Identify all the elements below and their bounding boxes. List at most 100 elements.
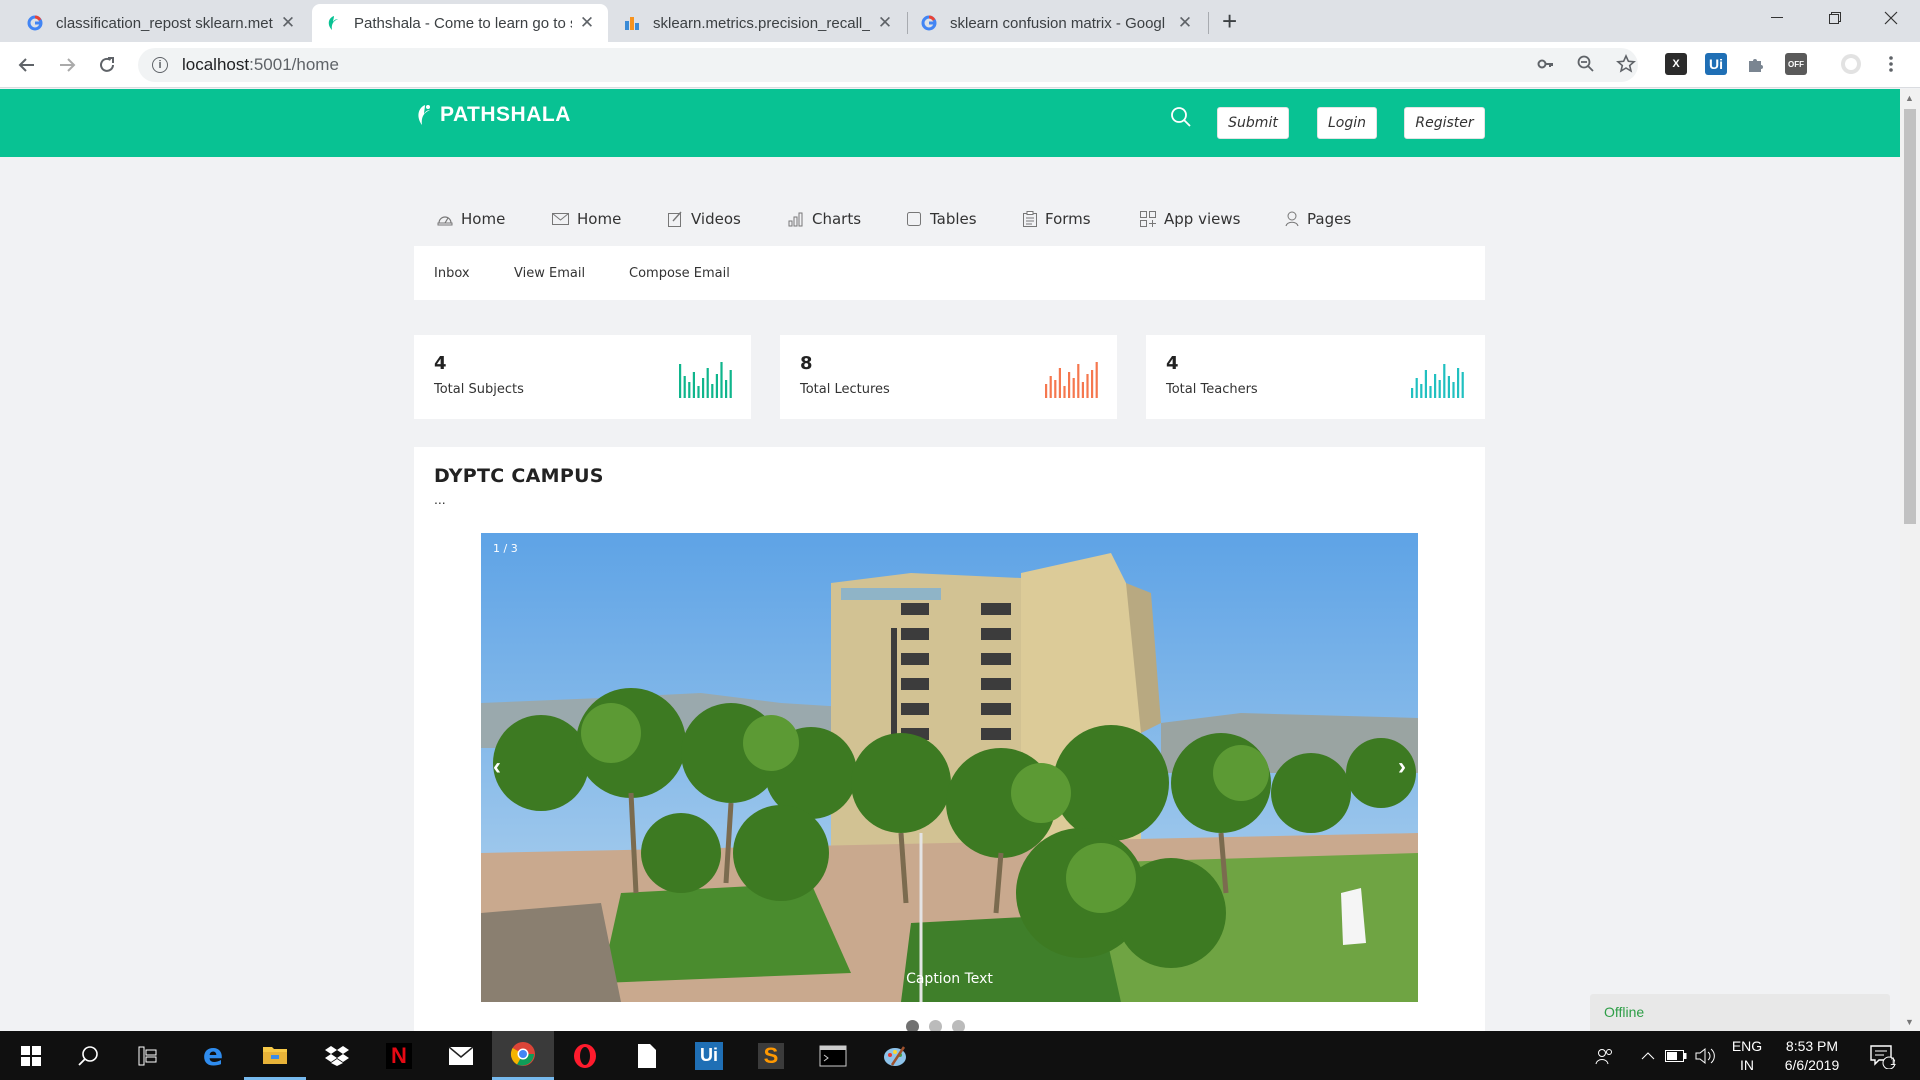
terminal-icon[interactable] (802, 1031, 864, 1080)
puzzle-icon[interactable] (1745, 53, 1767, 75)
slide-dot[interactable] (906, 1020, 919, 1031)
search-icon[interactable] (1170, 106, 1194, 130)
edge-icon[interactable]: e (182, 1031, 244, 1080)
sparkline-bar (725, 380, 728, 398)
back-icon[interactable] (10, 48, 44, 82)
paint-icon[interactable] (864, 1031, 926, 1080)
browser-tab[interactable]: sklearn.metrics.precision_recall_fs ✕ (611, 4, 906, 42)
browser-tab-strip: classification_repost sklearn.metr ✕ Pat… (0, 0, 1920, 42)
file-explorer-icon[interactable] (244, 1031, 306, 1080)
submit-button[interactable]: Submit (1217, 107, 1289, 139)
profile-icon[interactable] (1840, 53, 1862, 75)
browser-tab-active[interactable]: Pathshala - Come to learn go to s ✕ (312, 4, 608, 42)
sparkline-bar (1429, 386, 1432, 398)
submenu-view-email[interactable]: View Email (514, 266, 585, 281)
people-icon[interactable] (1590, 1031, 1620, 1080)
clock[interactable]: 8:53 PM 6/6/2019 (1774, 1031, 1850, 1080)
star-icon[interactable] (1615, 53, 1637, 75)
slide-prev-button[interactable]: ‹ (493, 753, 501, 781)
browser-tab[interactable]: classification_repost sklearn.metr ✕ (14, 4, 309, 42)
menu-item-app-views[interactable]: App views (1140, 210, 1240, 228)
battery-icon[interactable] (1664, 1031, 1688, 1080)
slide-next-button[interactable]: › (1398, 753, 1406, 781)
zoom-out-icon[interactable] (1575, 53, 1597, 75)
menu-item-forms[interactable]: Forms (1023, 210, 1091, 228)
close-tab-icon[interactable]: ✕ (578, 13, 596, 33)
page-scrollbar[interactable]: ▲ ▼ (1900, 89, 1920, 1031)
close-window-icon[interactable] (1862, 0, 1920, 36)
campus-photo (481, 533, 1418, 1002)
new-tab-icon[interactable]: + (1222, 8, 1237, 34)
login-button[interactable]: Login (1317, 107, 1377, 139)
menu-item-tables[interactable]: Tables (906, 210, 977, 228)
language-indicator[interactable]: ENG IN (1728, 1031, 1766, 1080)
ui-extension-icon[interactable]: Ui (1705, 53, 1727, 75)
stat-value: 4 (1166, 353, 1179, 374)
browser-tab[interactable]: sklearn confusion matrix - Googl ✕ (908, 4, 1206, 42)
sparkline-bar (1095, 362, 1098, 398)
chevron-up-icon[interactable] (1636, 1031, 1660, 1080)
info-icon[interactable]: i (152, 57, 168, 73)
dropbox-icon[interactable] (306, 1031, 368, 1080)
pathshala-leaf-icon (418, 105, 430, 125)
sparkline-bar (1434, 374, 1437, 398)
slide-dot[interactable] (952, 1020, 965, 1031)
scroll-down-icon[interactable]: ▼ (1905, 1017, 1914, 1027)
menu-item-charts[interactable]: Charts (788, 210, 861, 228)
uipath-icon[interactable]: Ui (678, 1031, 740, 1080)
menu-label: App views (1164, 210, 1241, 228)
x-extension-icon[interactable]: X (1665, 53, 1687, 75)
menu-item-home[interactable]: Home (437, 210, 505, 228)
address-bar[interactable]: i localhost:5001/home (138, 48, 1638, 82)
menu-dots-icon[interactable] (1880, 53, 1902, 75)
menu-item-home-2[interactable]: Home (552, 210, 621, 228)
campus-subtitle: ... (434, 491, 446, 507)
submenu-compose-email[interactable]: Compose Email (629, 266, 730, 281)
minimize-icon[interactable] (1748, 0, 1806, 36)
menu-item-pages[interactable]: Pages (1285, 210, 1351, 228)
off-extension-icon[interactable]: OFF (1785, 53, 1807, 75)
submenu-inbox[interactable]: Inbox (434, 266, 470, 281)
windows-start-icon[interactable] (0, 1031, 62, 1080)
offline-label: Offline (1604, 1004, 1645, 1020)
square-icon (907, 212, 921, 226)
restore-icon[interactable] (1806, 0, 1864, 36)
sparkline-bars-icon (679, 362, 732, 398)
task-view-icon[interactable] (118, 1031, 180, 1080)
offline-status-bar[interactable]: Offline (1590, 994, 1890, 1031)
notification-count: 1 (1890, 1056, 1897, 1068)
sparkline-bar (720, 362, 723, 398)
netflix-icon[interactable]: N (368, 1031, 430, 1080)
forward-icon[interactable] (50, 48, 84, 82)
menu-item-videos[interactable]: Videos (668, 210, 741, 228)
close-tab-icon[interactable]: ✕ (279, 13, 297, 33)
brand-logo[interactable]: PATHSHALA (414, 103, 571, 127)
search-icon[interactable] (58, 1031, 120, 1080)
chart-bars-icon (623, 14, 641, 32)
register-button[interactable]: Register (1404, 107, 1485, 139)
file-icon[interactable] (616, 1031, 678, 1080)
mail-icon[interactable] (430, 1031, 492, 1080)
chrome-icon[interactable] (492, 1031, 554, 1080)
opera-icon[interactable] (554, 1031, 616, 1080)
sparkline-bar (711, 384, 714, 398)
close-tab-icon[interactable]: ✕ (1176, 13, 1194, 33)
sparkline-bar (1461, 372, 1464, 398)
sparkline-bar (729, 370, 732, 398)
lang-code: ENG (1731, 1037, 1763, 1054)
scrollbar-thumb[interactable] (1904, 109, 1916, 524)
sparkline-bar (679, 364, 682, 398)
url-host: localhost (182, 55, 250, 74)
campus-title: DYPTC CAMPUS (434, 465, 604, 487)
tab-title: sklearn confusion matrix - Googl (950, 14, 1166, 32)
key-icon[interactable] (1535, 53, 1557, 75)
scroll-up-icon[interactable]: ▲ (1905, 93, 1914, 103)
sublime-icon[interactable]: S (740, 1031, 802, 1080)
reload-icon[interactable] (90, 48, 124, 82)
close-tab-icon[interactable]: ✕ (876, 13, 894, 33)
notification-center-icon[interactable]: 1 (1862, 1031, 1902, 1080)
site-header: PATHSHALA Submit Login Register (0, 89, 1900, 157)
sparkline-bar (1452, 382, 1455, 398)
slide-dot[interactable] (929, 1020, 942, 1031)
volume-icon[interactable] (1694, 1031, 1718, 1080)
